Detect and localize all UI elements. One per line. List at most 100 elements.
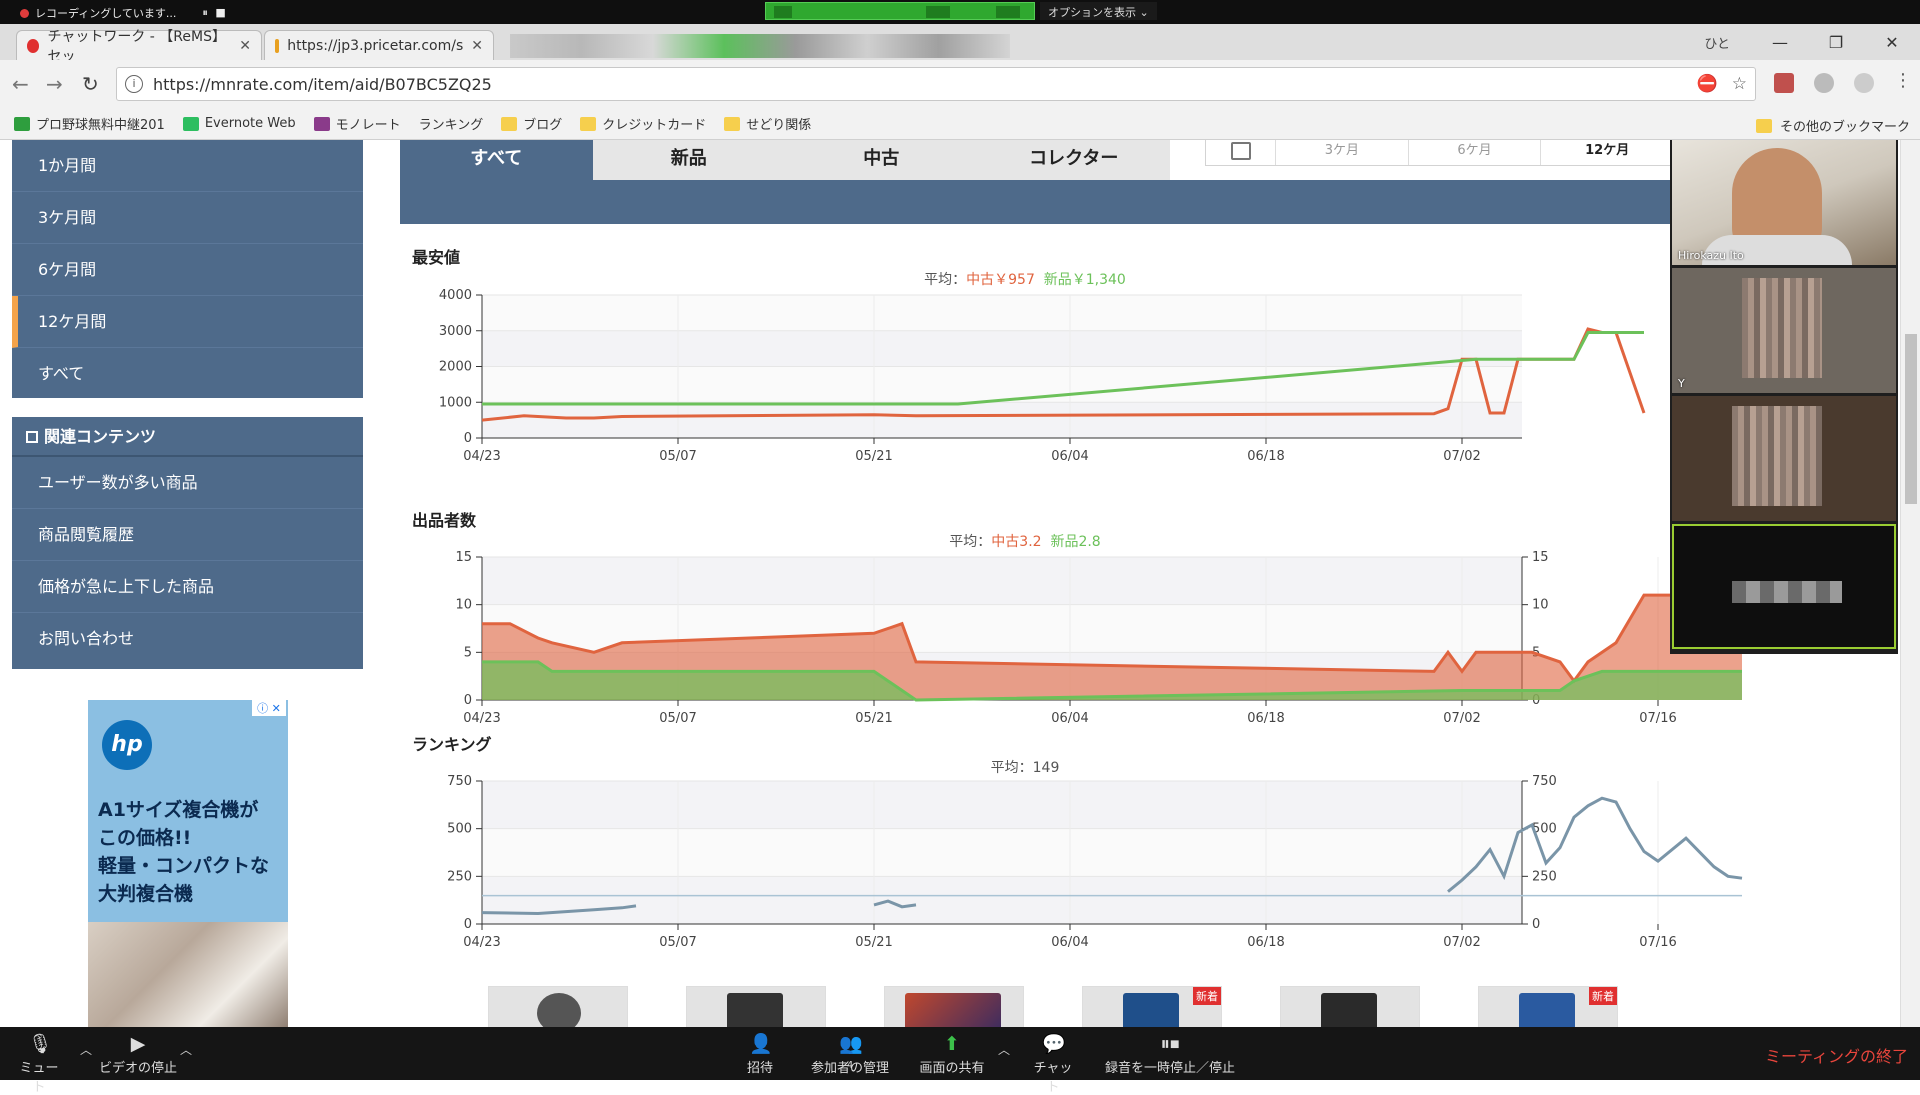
bookmark-ranking[interactable]: ランキング	[419, 114, 484, 133]
video-tile-3[interactable]	[1672, 396, 1896, 521]
product-card[interactable]: 新着	[1082, 986, 1222, 1027]
pricetar-favicon-icon	[275, 38, 280, 53]
video-camera-icon: ▶	[130, 1033, 146, 1055]
view-options-button[interactable]: オプションを表示 ⌄	[1040, 2, 1157, 20]
y-tick-label: 5	[464, 645, 472, 660]
microphone-icon: 🎙	[28, 1033, 53, 1055]
ranking-chart: 0 0250 250500 500750 75004/23 05/07 05/21 06/04…	[447, 774, 1743, 950]
extension-gray-icon[interactable]	[1814, 73, 1834, 93]
ad-choices-close-icon[interactable]: ⓘ ✕	[252, 700, 286, 716]
related-contact[interactable]: お問い合わせ	[12, 613, 363, 665]
related-history[interactable]: 商品閲覧履歴	[12, 509, 363, 561]
product-card[interactable]: 新着	[1478, 986, 1618, 1027]
sellers-chart: 0 05 510 1015 1504/23 05/07 05/21 06/04 06/18 07/…	[455, 550, 1742, 726]
y2-tick-label: 10	[1532, 598, 1549, 613]
menu-icon[interactable]: ⋮	[1894, 72, 1912, 93]
page-scrollbar[interactable]	[1900, 140, 1920, 1027]
grid-band	[482, 781, 1522, 829]
invite-button[interactable]: 👤 招待	[740, 1033, 780, 1076]
tab-all[interactable]: すべて	[400, 140, 593, 180]
end-meeting-button[interactable]: ミーティングの終了	[1765, 1043, 1908, 1067]
bookmark-baseball[interactable]: プロ野球無料中継201	[14, 114, 165, 133]
stop-video-button[interactable]: ▶ ビデオの停止	[98, 1033, 178, 1076]
video-tile-2[interactable]: Y	[1672, 268, 1896, 393]
close-window-icon[interactable]: ✕	[1864, 33, 1920, 52]
info-icon[interactable]: i	[125, 75, 143, 93]
x-tick-label: 06/04	[1051, 711, 1088, 726]
period-item-12m[interactable]: 12ケ月間	[12, 296, 363, 348]
back-icon[interactable]: ←	[12, 72, 29, 96]
x-tick-label: 06/04	[1051, 449, 1088, 464]
bookmark-evernote[interactable]: Evernote Web	[182, 116, 296, 131]
related-popular-items[interactable]: ユーザー数が多い商品	[12, 457, 363, 509]
bookmark-blog[interactable]: ブログ	[501, 114, 562, 133]
y-tick-label: 1000	[439, 395, 472, 410]
video-tile-4-active[interactable]	[1672, 524, 1896, 649]
recording-pause-icon[interactable]: ⏸ ■	[202, 6, 227, 20]
tab-close-icon[interactable]: ✕	[471, 38, 483, 54]
share-options-chevron-icon[interactable]: ︿	[998, 1041, 1010, 1058]
address-bar[interactable]: i https://mnrate.com/item/aid/B07BC5ZQ25…	[116, 67, 1756, 101]
video-tile-1[interactable]: Hirokazu Ito	[1672, 140, 1896, 265]
tab-close-icon[interactable]: ✕	[239, 38, 251, 54]
extension-red-icon[interactable]	[1774, 73, 1794, 93]
range-6m[interactable]: 6ケ月	[1409, 140, 1542, 165]
share-screen-icon: ⬆	[944, 1033, 960, 1055]
period-item-1m[interactable]: 1か月間	[12, 140, 363, 192]
tab-new[interactable]: 新品	[592, 140, 785, 180]
video-options-chevron-icon[interactable]: ︿	[180, 1041, 192, 1058]
forward-icon[interactable]: →	[46, 72, 63, 96]
product-card[interactable]	[884, 986, 1024, 1027]
period-menu: 1か月間 3ケ月間 6ケ月間 12ケ月間 すべて	[12, 140, 363, 398]
folder-icon	[724, 116, 741, 131]
record-pause-button[interactable]: ⏸⏹ 録音を一時停止／停止	[1100, 1033, 1240, 1076]
page-content: 1か月間 3ケ月間 6ケ月間 12ケ月間 すべて 関連コンテンツ ユーザー数が多…	[0, 140, 1920, 1027]
bookmark-monorate[interactable]: モノレート	[313, 114, 401, 133]
related-price-change[interactable]: 価格が急に上下した商品	[12, 561, 363, 613]
tab-collector[interactable]: コレクター	[977, 140, 1170, 180]
restore-icon[interactable]: ❐	[1808, 33, 1864, 52]
bookmark-credit-card[interactable]: クレジットカード	[580, 114, 706, 133]
browser-toolbar: ← → ↻ i https://mnrate.com/item/aid/B07B…	[0, 60, 1920, 108]
related-title: 関連コンテンツ	[12, 417, 363, 457]
hp-advertisement[interactable]: ⓘ ✕ hp A1サイズ複合機が この価格!! 軽量・コンパクトな 大判複合機	[88, 700, 288, 1027]
participant-name: Y	[1678, 377, 1685, 390]
profile-name[interactable]: ひと	[1704, 33, 1730, 52]
qualit-ad-logo[interactable]	[1716, 986, 1916, 1027]
y-tick-label: 10	[455, 598, 472, 613]
other-bookmarks[interactable]: その他のブックマーク	[1755, 116, 1910, 135]
blurred-tab-area	[510, 34, 1010, 58]
x-tick-label: 07/02	[1443, 935, 1480, 950]
share-screen-button[interactable]: ⬆ 画面の共有	[916, 1033, 988, 1076]
product-image	[1519, 993, 1575, 1027]
product-card[interactable]	[686, 986, 826, 1027]
reload-icon[interactable]: ↻	[82, 72, 99, 96]
product-image	[905, 993, 1001, 1027]
minimize-icon[interactable]: —	[1752, 33, 1808, 52]
bookmark-sedori[interactable]: せどり関係	[724, 114, 811, 133]
chat-button[interactable]: 💬 チャット	[1028, 1033, 1078, 1095]
scroll-thumb[interactable]	[1905, 334, 1917, 504]
period-item-3m[interactable]: 3ケ月間	[12, 192, 363, 244]
tab-used[interactable]: 中古	[785, 140, 978, 180]
y-tick-label: 2000	[439, 360, 472, 375]
video-gallery: Hirokazu Ito Y	[1670, 140, 1898, 654]
tab-chatwork[interactable]: チャットワーク - 【ReMS】セッ ✕	[16, 29, 262, 65]
period-item-6m[interactable]: 6ケ月間	[12, 244, 363, 296]
mute-button[interactable]: 🎙 ミュート	[14, 1033, 64, 1095]
tab-pricetar[interactable]: https://jp3.pricetar.com/s ✕	[264, 30, 494, 60]
zoom-top-bar: レコーディングしています... ⏸ ■ オプションを表示 ⌄	[0, 0, 1920, 24]
participants-button[interactable]: 👥4 参加者の管理	[808, 1033, 892, 1076]
blocked-popup-icon[interactable]: ⛔	[1697, 74, 1718, 94]
url-text[interactable]: https://mnrate.com/item/aid/B07BC5ZQ25	[153, 75, 492, 94]
range-12m[interactable]: 12ケ月	[1541, 140, 1675, 165]
audio-options-chevron-icon[interactable]: ︿	[80, 1041, 92, 1058]
range-checkbox[interactable]	[1206, 140, 1276, 165]
new-badge: 新着	[1193, 987, 1221, 1005]
product-card[interactable]	[1280, 986, 1420, 1027]
bookmark-star-icon[interactable]: ☆	[1732, 74, 1747, 94]
extension-chat-icon[interactable]	[1854, 73, 1874, 93]
product-card[interactable]	[488, 986, 628, 1027]
period-item-all[interactable]: すべて	[12, 348, 363, 400]
range-3m[interactable]: 3ケ月	[1276, 140, 1409, 165]
